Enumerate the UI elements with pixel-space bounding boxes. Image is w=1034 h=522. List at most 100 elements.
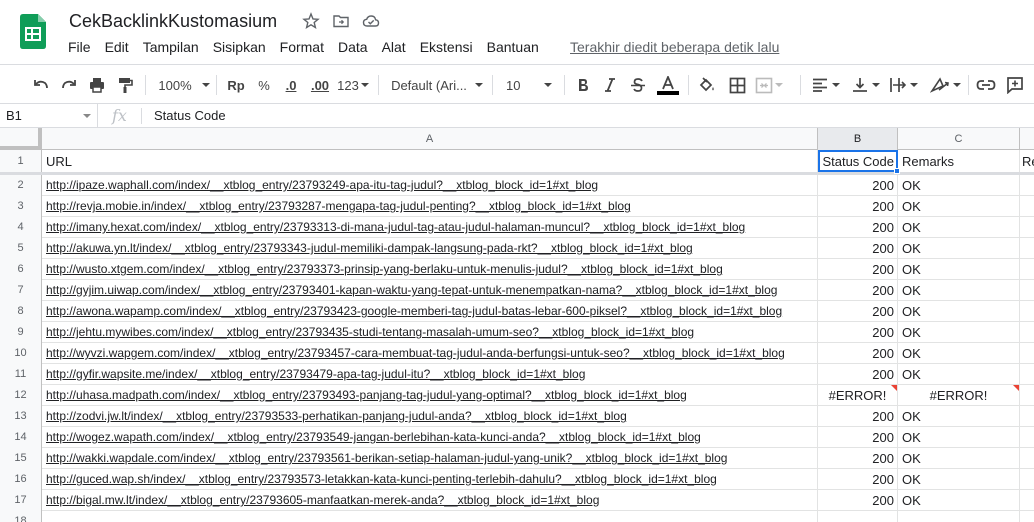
- cell-url[interactable]: http://bigal.mw.lt/index/__xtblog_entry/…: [42, 490, 818, 511]
- row-header[interactable]: 6: [0, 259, 42, 280]
- cell-status-code[interactable]: 200: [818, 448, 898, 469]
- move-to-folder-icon[interactable]: [332, 12, 350, 30]
- row-header[interactable]: 14: [0, 427, 42, 448]
- redo-button[interactable]: [58, 74, 80, 96]
- row-header[interactable]: 11: [0, 364, 42, 385]
- cell-d[interactable]: [1020, 490, 1034, 511]
- row-header[interactable]: 5: [0, 238, 42, 259]
- cell-remarks[interactable]: OK: [898, 259, 1020, 280]
- column-header-c[interactable]: C: [898, 128, 1020, 150]
- cell-url-header[interactable]: URL: [42, 150, 818, 172]
- cell-d[interactable]: [1020, 259, 1034, 280]
- row-header[interactable]: 16: [0, 469, 42, 490]
- row-header[interactable]: 18: [0, 511, 42, 522]
- currency-format-button[interactable]: Rp: [225, 74, 247, 96]
- document-title[interactable]: CekBacklinkKustomasium: [69, 11, 277, 32]
- row-header[interactable]: 4: [0, 217, 42, 238]
- undo-button[interactable]: [30, 74, 52, 96]
- cell-status-code[interactable]: [818, 511, 898, 522]
- decrease-decimal-button[interactable]: .0: [280, 74, 302, 96]
- cell-url[interactable]: http://wogez.wapath.com/index/__xtblog_e…: [42, 427, 818, 448]
- cell-status-code[interactable]: #ERROR!: [818, 385, 898, 406]
- star-icon[interactable]: [302, 12, 320, 30]
- cell-url[interactable]: http://guced.wap.sh/index/__xtblog_entry…: [42, 469, 818, 490]
- insert-link-button[interactable]: [975, 74, 997, 96]
- formula-input[interactable]: Status Code: [154, 108, 226, 123]
- merge-cells-button[interactable]: [754, 74, 784, 96]
- cell-remarks[interactable]: OK: [898, 343, 1020, 364]
- cell-d[interactable]: [1020, 196, 1034, 217]
- cell-url[interactable]: http://uhasa.madpath.com/index/__xtblog_…: [42, 385, 818, 406]
- cell-url[interactable]: http://revja.mobie.in/index/__xtblog_ent…: [42, 196, 818, 217]
- cell-status-code[interactable]: 200: [818, 322, 898, 343]
- cell-remarks-header[interactable]: Remarks: [898, 150, 1020, 172]
- cell-d[interactable]: [1020, 238, 1034, 259]
- cell-d[interactable]: [1020, 175, 1034, 196]
- cell-d[interactable]: [1020, 343, 1034, 364]
- increase-decimal-button[interactable]: .00: [308, 74, 332, 96]
- row-header[interactable]: 17: [0, 490, 42, 511]
- name-box[interactable]: B1: [0, 104, 98, 127]
- cell-d[interactable]: [1020, 217, 1034, 238]
- cell-remarks[interactable]: OK: [898, 364, 1020, 385]
- cell-status-code[interactable]: 200: [818, 406, 898, 427]
- menu-tools[interactable]: Alat: [382, 39, 406, 57]
- cell-remarks[interactable]: OK: [898, 490, 1020, 511]
- cloud-saved-icon[interactable]: [362, 12, 380, 30]
- vertical-align-button[interactable]: [850, 74, 882, 96]
- cell-status-code[interactable]: 200: [818, 343, 898, 364]
- column-header-a[interactable]: A: [42, 128, 818, 150]
- cell-url[interactable]: http://gyjim.uiwap.com/index/__xtblog_en…: [42, 280, 818, 301]
- cell-status-code[interactable]: 200: [818, 259, 898, 280]
- cell-remarks[interactable]: OK: [898, 448, 1020, 469]
- row-header[interactable]: 10: [0, 343, 42, 364]
- cell-d[interactable]: [1020, 385, 1034, 406]
- cell-d[interactable]: [1020, 427, 1034, 448]
- paint-format-button[interactable]: [114, 74, 136, 96]
- cell-d[interactable]: [1020, 322, 1034, 343]
- more-formats-button[interactable]: 123: [336, 74, 370, 96]
- cell-status-code[interactable]: 200: [818, 301, 898, 322]
- row-header[interactable]: 1: [0, 150, 42, 172]
- cell-url[interactable]: [42, 511, 818, 522]
- select-all-corner[interactable]: [0, 128, 42, 150]
- cell-status-code[interactable]: 200: [818, 280, 898, 301]
- zoom-select[interactable]: 100%: [156, 74, 212, 96]
- last-edit-link[interactable]: Terakhir diedit beberapa detik lalu: [570, 39, 779, 55]
- cell-status-code[interactable]: 200: [818, 238, 898, 259]
- menu-edit[interactable]: Edit: [105, 39, 129, 57]
- cell-status-code[interactable]: 200: [818, 427, 898, 448]
- google-sheets-logo-icon[interactable]: [20, 14, 46, 49]
- cell-remarks[interactable]: OK: [898, 301, 1020, 322]
- cell-remarks[interactable]: OK: [898, 469, 1020, 490]
- menu-extensions[interactable]: Ekstensi: [420, 39, 473, 57]
- cell-d[interactable]: [1020, 511, 1034, 522]
- menu-file[interactable]: File: [68, 39, 91, 57]
- row-header[interactable]: 2: [0, 175, 42, 196]
- font-family-select[interactable]: Default (Ari...: [390, 74, 484, 96]
- strikethrough-button[interactable]: [628, 74, 648, 96]
- cell-d[interactable]: [1020, 448, 1034, 469]
- cell-d[interactable]: [1020, 406, 1034, 427]
- menu-format[interactable]: Format: [280, 39, 324, 57]
- cell-status-code[interactable]: 200: [818, 196, 898, 217]
- cell-remarks[interactable]: OK: [898, 217, 1020, 238]
- cell-status-code[interactable]: 200: [818, 469, 898, 490]
- row-header[interactable]: 9: [0, 322, 42, 343]
- font-size-select[interactable]: 10: [502, 74, 558, 96]
- borders-button[interactable]: [726, 74, 748, 96]
- cell-d[interactable]: [1020, 301, 1034, 322]
- print-button[interactable]: [86, 74, 108, 96]
- cell-url[interactable]: http://ipaze.waphall.com/index/__xtblog_…: [42, 175, 818, 196]
- menu-data[interactable]: Data: [338, 39, 368, 57]
- text-wrapping-button[interactable]: [886, 74, 920, 96]
- cell-url[interactable]: http://wakki.wapdale.com/index/__xtblog_…: [42, 448, 818, 469]
- fill-color-button[interactable]: [696, 74, 718, 96]
- text-rotation-button[interactable]: [926, 74, 964, 96]
- cell-d[interactable]: [1020, 364, 1034, 385]
- cell-url[interactable]: http://jehtu.mywibes.com/index/__xtblog_…: [42, 322, 818, 343]
- cell-status-code[interactable]: 200: [818, 217, 898, 238]
- cell-remarks[interactable]: OK: [898, 280, 1020, 301]
- cell-remarks[interactable]: OK: [898, 406, 1020, 427]
- cell-remarks[interactable]: [898, 511, 1020, 522]
